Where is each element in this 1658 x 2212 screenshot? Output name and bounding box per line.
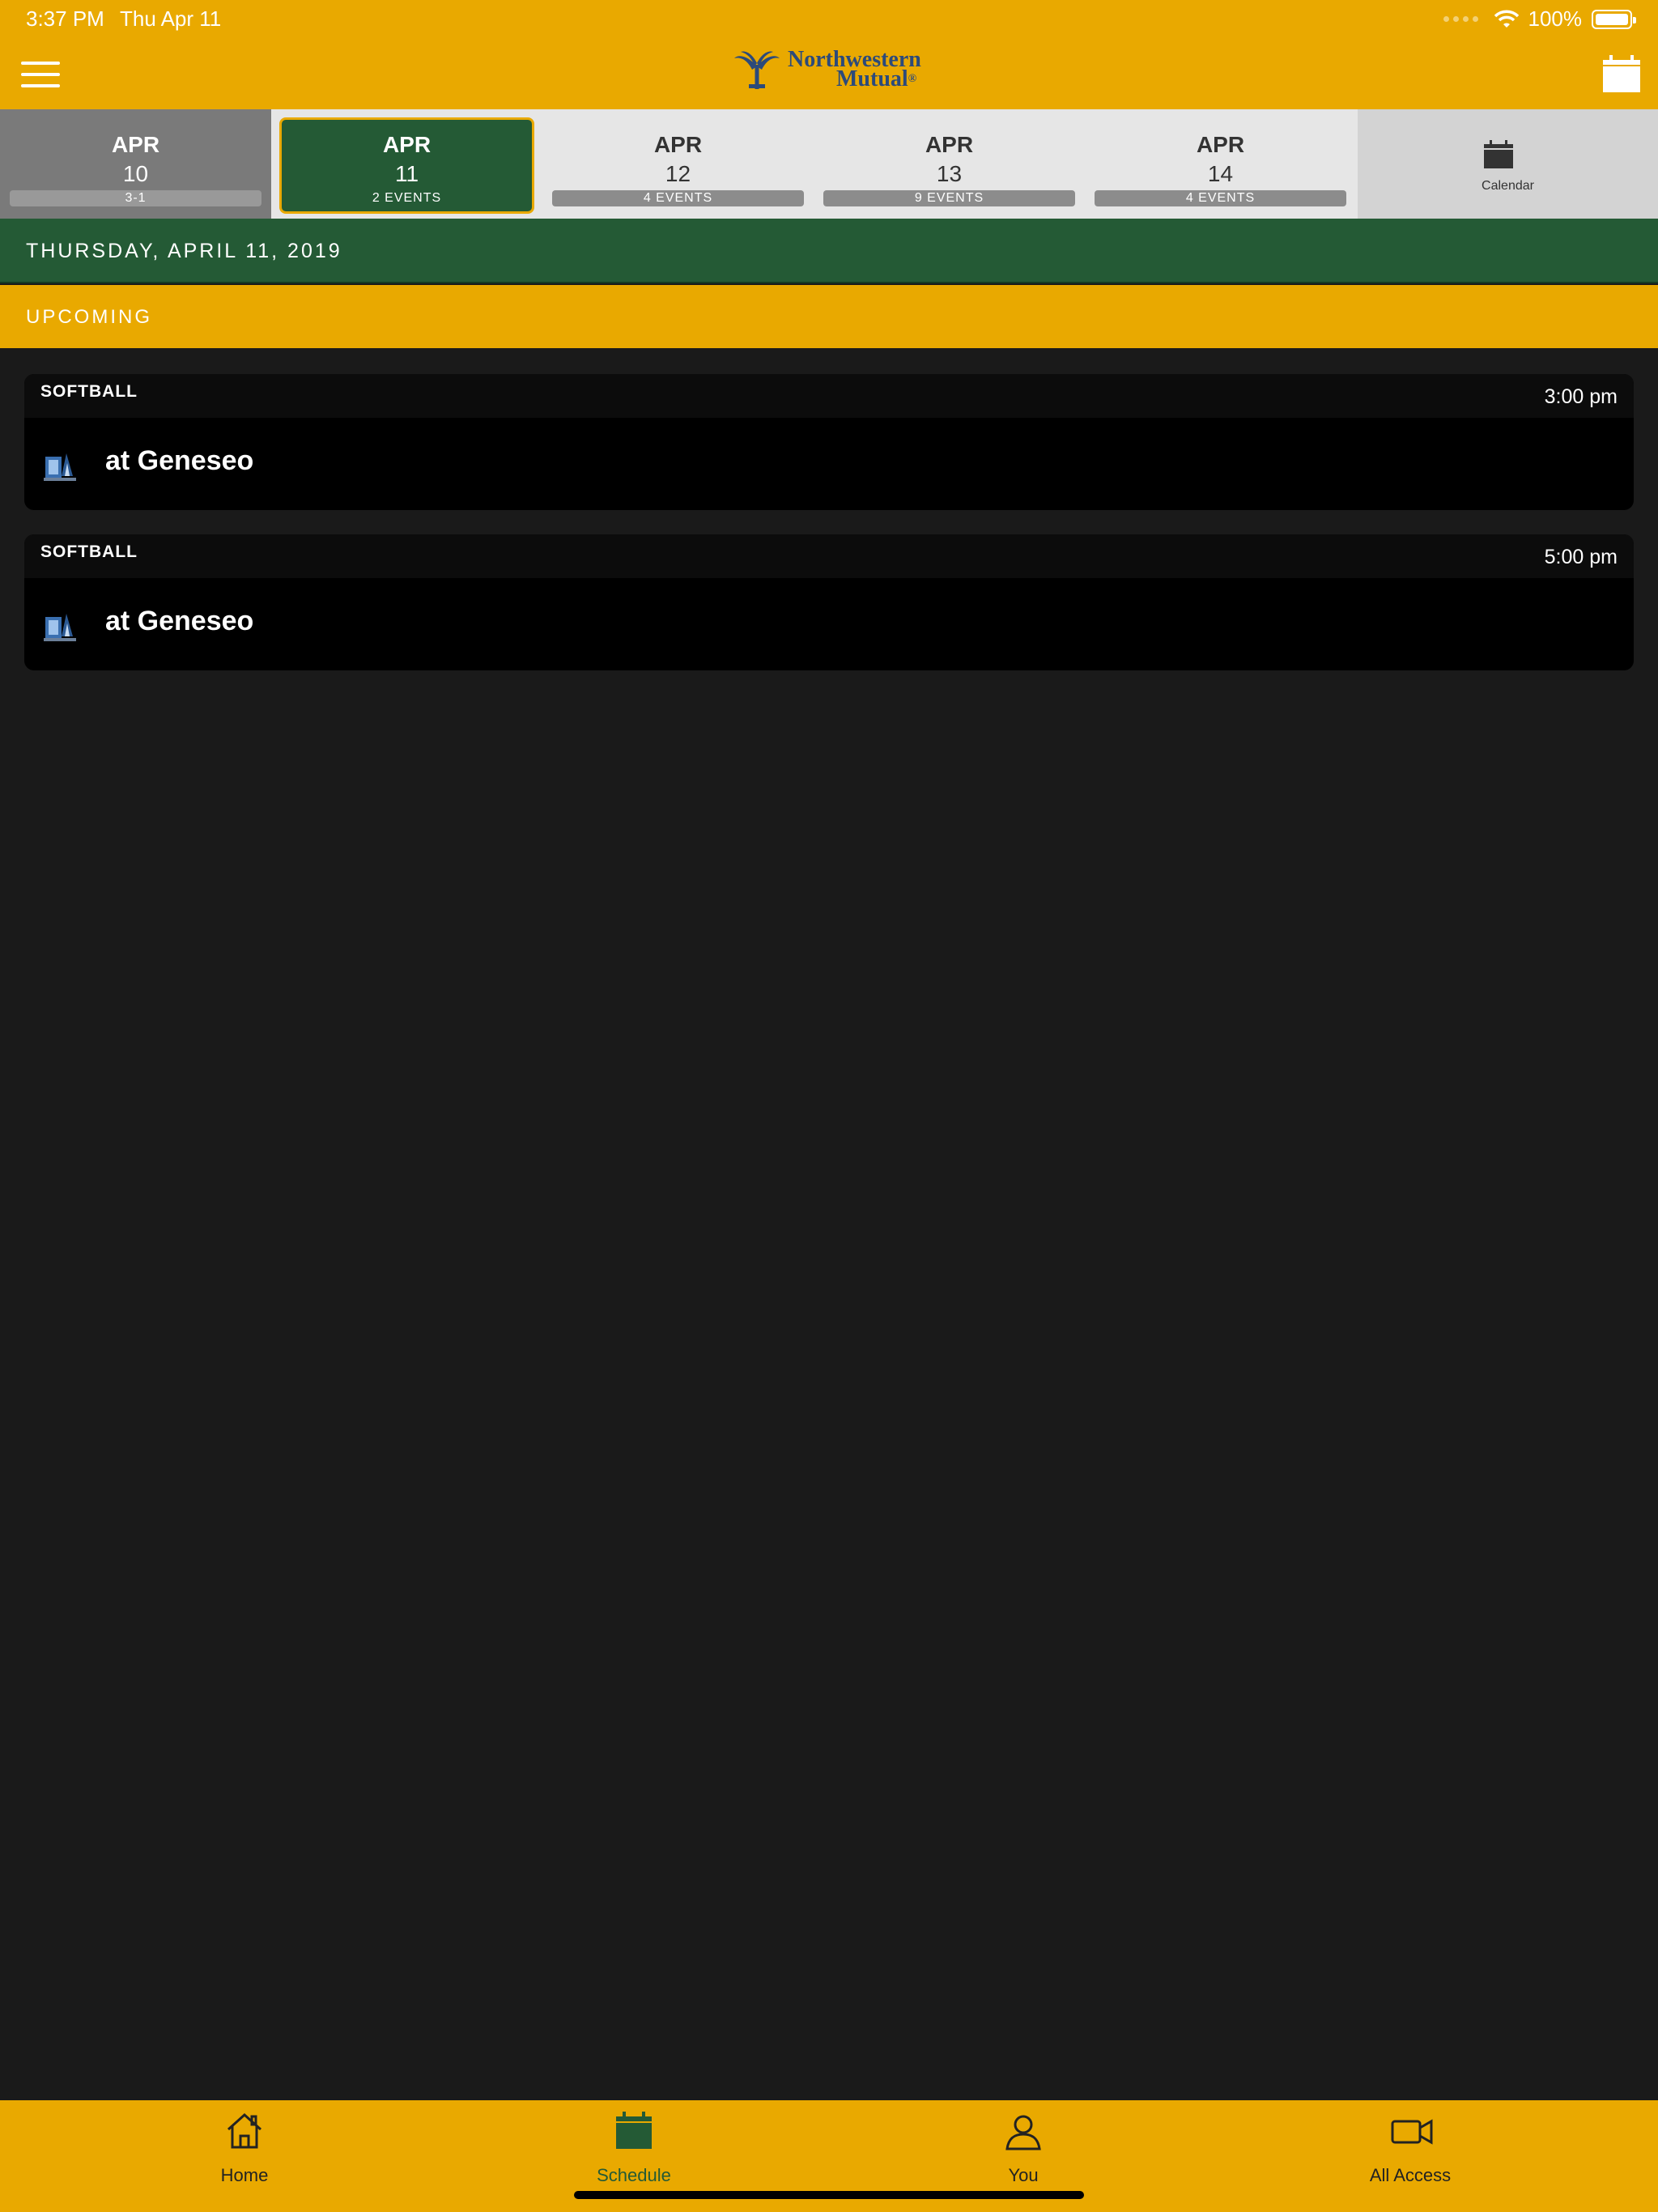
tab-label: You [1008,2165,1039,2185]
tab-label: Schedule [597,2165,671,2185]
day-heading: THURSDAY, APRIL 11, 2019 [0,219,1658,283]
date-apr-13[interactable]: APR 13 9 EVENTS [814,109,1085,219]
tab-label: All Access [1369,2165,1452,2185]
date-day: 10 [122,161,149,186]
status-time: 3:37 PM [26,6,104,31]
status-indicators: 100% [1443,6,1636,32]
event-opponent: at Geneseo [105,445,254,476]
person-icon [1005,2115,1041,2150]
menu-button[interactable] [21,62,60,87]
calendar-label: Calendar [1482,179,1534,193]
upcoming-heading: UPCOMING [0,285,1658,348]
event-sport: SOFTBALL [40,542,138,561]
home-icon [227,2112,262,2149]
date-month: APR [1196,132,1245,157]
status-date: Thu Apr 11 [120,6,222,31]
event-card-header: SOFTBALL 5:00 pm [24,534,1634,578]
hamburger-icon [21,62,60,65]
date-day: 11 [394,161,419,186]
date-apr-10[interactable]: APR 10 3-1 [0,109,271,219]
calendar-icon [1484,140,1513,168]
date-day: 13 [936,161,963,186]
tab-you[interactable]: You [942,2100,1104,2189]
event-card[interactable]: SOFTBALL 3:00 pm at Geneseo [24,374,1634,510]
status-bar: 3:37 PM Thu Apr 11 100% [0,0,1658,39]
event-card-body: at Geneseo [24,578,1634,670]
battery-icon [1592,9,1636,29]
tab-home[interactable]: Home [164,2100,325,2189]
date-apr-11[interactable]: APR 11 2 EVENTS [271,109,542,219]
date-apr-14[interactable]: APR 14 4 EVENTS [1085,109,1356,219]
event-card-body: at Geneseo [24,418,1634,510]
calendar-button[interactable] [1601,55,1642,94]
date-month: APR [382,132,432,157]
tab-all-access[interactable]: All Access [1329,2100,1491,2189]
cellular-signal-icon [1443,16,1478,22]
date-month: APR [925,132,974,157]
opponent-logo-icon [44,614,76,641]
logo-emblem-icon [734,51,780,89]
date-badge: 4 EVENTS [552,190,804,206]
app-header: 3:37 PM Thu Apr 11 100% Northwestern Mut… [0,0,1658,109]
date-badge: 3-1 [10,190,261,206]
opponent-logo-icon [44,453,76,481]
tab-label: Home [220,2165,269,2185]
date-badge: 4 EVENTS [1095,190,1346,206]
event-time: 3:00 pm [1544,385,1618,408]
tab-bar: Home Schedule You All Access [0,2100,1658,2212]
battery-percent: 100% [1528,6,1583,31]
calendar-icon [1603,55,1640,92]
date-badge: 9 EVENTS [823,190,1075,206]
logo-registered-mark: ® [908,73,917,85]
northwestern-mutual-logo: Northwestern Mutual® [733,47,921,92]
date-selector: APR 10 3-1 APR 11 2 EVENTS APR 12 4 EVEN… [0,109,1658,219]
date-apr-12[interactable]: APR 12 4 EVENTS [542,109,814,219]
event-card[interactable]: SOFTBALL 5:00 pm at Geneseo [24,534,1634,670]
logo-text-line2: Mutual [836,66,908,91]
video-camera-icon [1391,2119,1433,2145]
date-day: 12 [665,161,691,186]
wifi-icon [1494,10,1519,28]
event-opponent: at Geneseo [105,606,254,636]
date-month: APR [653,132,703,157]
event-card-header: SOFTBALL 3:00 pm [24,374,1634,418]
home-indicator[interactable] [574,2191,1084,2199]
date-badge: 2 EVENTS [372,191,442,205]
event-sport: SOFTBALL [40,382,138,401]
calendar-icon [616,2112,652,2149]
open-calendar-button[interactable]: Calendar [1358,109,1658,219]
date-month: APR [111,132,160,157]
tab-schedule[interactable]: Schedule [553,2100,715,2189]
date-day: 14 [1207,161,1234,186]
event-time: 5:00 pm [1544,546,1618,568]
